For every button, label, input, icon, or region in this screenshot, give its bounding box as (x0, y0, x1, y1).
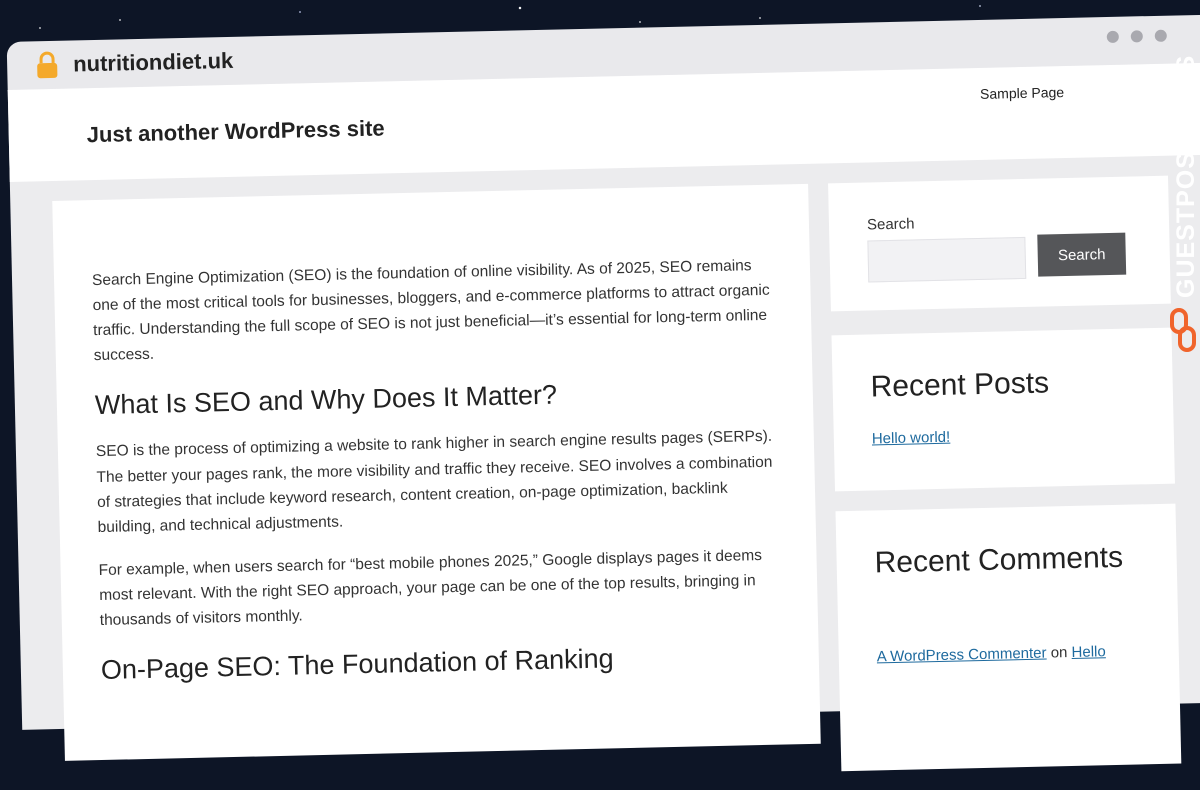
window-control-dot[interactable] (1106, 30, 1119, 44)
url-text[interactable]: nutritiondiet.uk (73, 48, 234, 78)
window-control-dot[interactable] (1154, 29, 1167, 42)
search-input[interactable] (867, 236, 1027, 283)
recent-comments-widget: Recent Comments A WordPress Commenter on… (835, 503, 1182, 772)
window-control-dot[interactable] (1130, 30, 1143, 43)
comment-author-link[interactable]: A WordPress Commenter (877, 645, 1047, 666)
recent-post-link[interactable]: Hello world! (872, 429, 951, 448)
window-controls (1106, 29, 1167, 44)
comment-connector: on (1050, 644, 1068, 662)
recent-posts-widget: Recent Posts Hello world! (831, 327, 1175, 492)
comment-post-link[interactable]: Hello (1071, 643, 1106, 661)
article-heading: What Is SEO and Why Does It Matter? (94, 380, 558, 421)
search-button[interactable]: Search (1037, 232, 1127, 277)
site-title[interactable]: Just another WordPress site (86, 115, 384, 148)
recent-posts-title: Recent Posts (870, 366, 1050, 404)
search-label: Search (866, 215, 915, 234)
article-content: Search Engine Optimization (SEO) is the … (92, 253, 782, 705)
browser-window: nutritiondiet.uk Just another WordPress … (6, 0, 1200, 772)
search-widget: Search Search (828, 175, 1171, 312)
web-page: Just another WordPress site Sample Page … (7, 62, 1200, 772)
recent-comments-title: Recent Comments (874, 540, 1124, 580)
chain-link-icon (1170, 308, 1196, 352)
article-intro: Search Engine Optimization (SEO) is the … (91, 257, 770, 365)
watermark-text: GUESTPOSTLINKS (1172, 54, 1200, 298)
article-paragraph: For example, when users search for “best… (98, 546, 763, 630)
article-heading: On-Page SEO: The Foundation of Ranking (100, 643, 614, 686)
article-paragraph: SEO is the process of optimizing a websi… (95, 428, 773, 536)
lock-icon (37, 51, 58, 79)
guestpostlinks-watermark: GUESTPOSTLINKS (1166, 55, 1200, 356)
recent-comment-item: A WordPress Commenter on Hello (877, 642, 1147, 665)
nav-sample-page[interactable]: Sample Page (980, 84, 1064, 102)
article-card: Search Engine Optimization (SEO) is the … (52, 183, 821, 761)
